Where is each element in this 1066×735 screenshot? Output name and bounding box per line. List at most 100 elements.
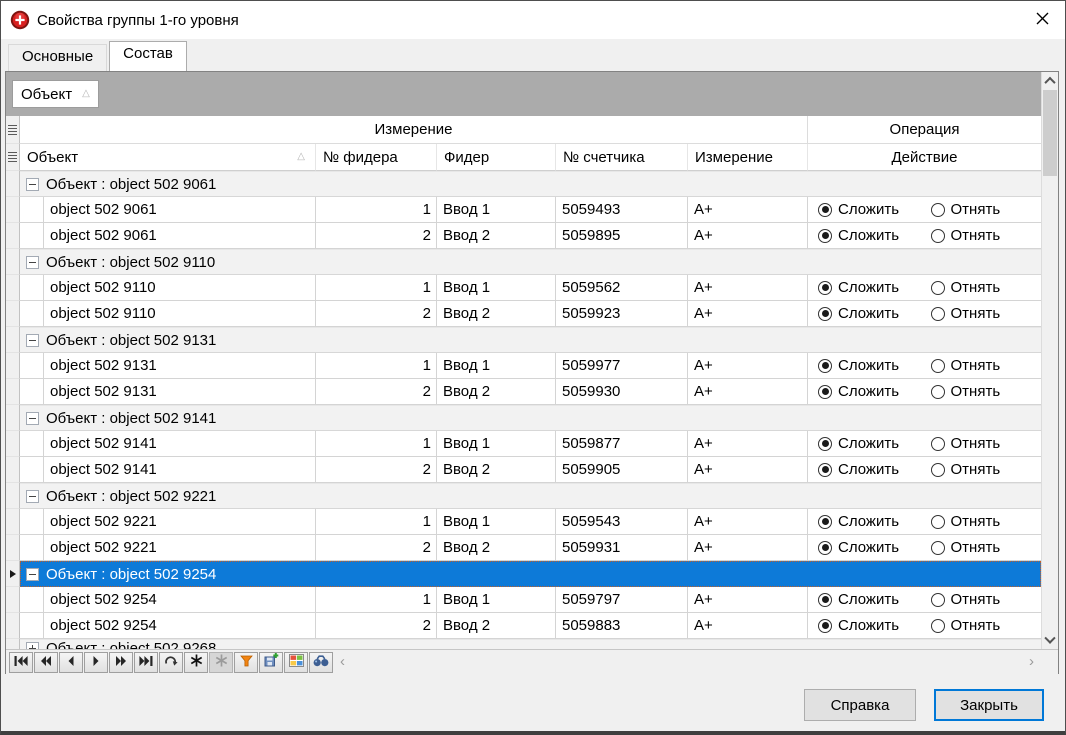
column-header-object[interactable]: Объект △ (20, 144, 316, 171)
radio-option-subtract[interactable]: Отнять (931, 513, 1036, 530)
collapse-group-icon[interactable] (26, 334, 39, 347)
nav-last-button[interactable] (134, 652, 158, 673)
cell-feeder-no[interactable]: 2 (316, 301, 437, 327)
group-row[interactable]: Объект : object 502 9141 (6, 405, 1041, 431)
cell-feeder[interactable]: Ввод 1 (437, 509, 556, 535)
cell-feeder-no[interactable]: 2 (316, 613, 437, 639)
radio-icon[interactable] (818, 515, 832, 529)
radio-icon[interactable] (818, 593, 832, 607)
column-header-counter-no[interactable]: № счетчика (556, 144, 688, 171)
cell-feeder[interactable]: Ввод 1 (437, 431, 556, 457)
group-row-content[interactable]: Объект : object 502 9268 (20, 639, 1041, 649)
radio-option-add[interactable]: Сложить (818, 305, 923, 322)
radio-option-add[interactable]: Сложить (818, 201, 923, 218)
radio-option-subtract[interactable]: Отнять (931, 357, 1036, 374)
radio-option-subtract[interactable]: Отнять (931, 435, 1036, 452)
cell-object[interactable]: object 502 9110 (44, 275, 316, 301)
radio-option-subtract[interactable]: Отнять (931, 591, 1036, 608)
cell-counter-no[interactable]: 5059543 (556, 509, 688, 535)
radio-icon[interactable] (818, 229, 832, 243)
cell-measure[interactable]: А+ (688, 535, 808, 561)
group-row-content[interactable]: Объект : object 502 9254 (20, 561, 1041, 587)
cell-measure[interactable]: А+ (688, 431, 808, 457)
radio-option-subtract[interactable]: Отнять (931, 617, 1036, 634)
cell-measure[interactable]: А+ (688, 613, 808, 639)
column-header-feeder-no[interactable]: № фидера (316, 144, 437, 171)
radio-option-add[interactable]: Сложить (818, 513, 923, 530)
nav-search-button[interactable] (309, 652, 333, 673)
radio-option-add[interactable]: Сложить (818, 383, 923, 400)
group-row-content[interactable]: Объект : object 502 9221 (20, 483, 1041, 509)
table-row[interactable]: object 502 91101Ввод 15059562А+СложитьОт… (6, 275, 1041, 301)
cell-object[interactable]: object 502 9131 (44, 379, 316, 405)
radio-icon[interactable] (931, 359, 945, 373)
cell-object[interactable]: object 502 9221 (44, 535, 316, 561)
radio-icon[interactable] (818, 307, 832, 321)
cell-measure[interactable]: А+ (688, 301, 808, 327)
radio-icon[interactable] (931, 307, 945, 321)
cell-object[interactable]: object 502 9061 (44, 197, 316, 223)
scroll-right-button[interactable]: › (1029, 655, 1034, 669)
radio-option-add[interactable]: Сложить (818, 435, 923, 452)
cell-counter-no[interactable]: 5059877 (556, 431, 688, 457)
cell-measure[interactable]: А+ (688, 457, 808, 483)
cell-feeder-no[interactable]: 1 (316, 353, 437, 379)
table-row[interactable]: object 502 92211Ввод 15059543А+СложитьОт… (6, 509, 1041, 535)
close-button[interactable] (1019, 1, 1065, 39)
cell-feeder[interactable]: Ввод 2 (437, 613, 556, 639)
cell-feeder-no[interactable]: 2 (316, 223, 437, 249)
radio-icon[interactable] (931, 593, 945, 607)
cell-counter-no[interactable]: 5059493 (556, 197, 688, 223)
cell-feeder[interactable]: Ввод 1 (437, 275, 556, 301)
radio-option-add[interactable]: Сложить (818, 227, 923, 244)
radio-icon[interactable] (931, 203, 945, 217)
table-row[interactable]: object 502 90612Ввод 25059895А+СложитьОт… (6, 223, 1041, 249)
radio-icon[interactable] (818, 619, 832, 633)
nav-save-button[interactable] (259, 652, 283, 673)
radio-icon[interactable] (818, 437, 832, 451)
radio-icon[interactable] (931, 541, 945, 555)
table-row[interactable]: object 502 91102Ввод 25059923А+СложитьОт… (6, 301, 1041, 327)
cell-measure[interactable]: А+ (688, 509, 808, 535)
radio-option-subtract[interactable]: Отнять (931, 305, 1036, 322)
group-by-field-object[interactable]: Объект △ (12, 80, 99, 108)
nav-prev-button[interactable] (59, 652, 83, 673)
radio-icon[interactable] (818, 281, 832, 295)
cell-feeder[interactable]: Ввод 2 (437, 223, 556, 249)
radio-option-add[interactable]: Сложить (818, 461, 923, 478)
collapse-group-icon[interactable] (26, 490, 39, 503)
cell-object[interactable]: object 502 9141 (44, 457, 316, 483)
radio-option-subtract[interactable]: Отнять (931, 461, 1036, 478)
table-row[interactable]: object 502 91411Ввод 15059877А+СложитьОт… (6, 431, 1041, 457)
radio-icon[interactable] (931, 437, 945, 451)
cell-counter-no[interactable]: 5059562 (556, 275, 688, 301)
cell-object[interactable]: object 502 9131 (44, 353, 316, 379)
table-row[interactable]: object 502 92212Ввод 25059931А+СложитьОт… (6, 535, 1041, 561)
vertical-scrollbar[interactable] (1041, 72, 1058, 649)
cell-measure[interactable]: А+ (688, 379, 808, 405)
expand-group-icon[interactable] (26, 642, 39, 649)
table-row[interactable]: object 502 92542Ввод 25059883А+СложитьОт… (6, 613, 1041, 639)
nav-refresh-button[interactable] (159, 652, 183, 673)
group-row-content[interactable]: Объект : object 502 9110 (20, 249, 1041, 275)
radio-icon[interactable] (931, 229, 945, 243)
radio-icon[interactable] (931, 619, 945, 633)
nav-fast-next-button[interactable] (109, 652, 133, 673)
cell-counter-no[interactable]: 5059930 (556, 379, 688, 405)
cell-feeder-no[interactable]: 1 (316, 509, 437, 535)
tab-osnovnye[interactable]: Основные (8, 44, 107, 71)
horizontal-scrollbar[interactable]: ‹ › (334, 655, 1040, 669)
cell-measure[interactable]: А+ (688, 353, 808, 379)
collapse-group-icon[interactable] (26, 256, 39, 269)
radio-option-subtract[interactable]: Отнять (931, 539, 1036, 556)
nav-fast-prev-button[interactable] (34, 652, 58, 673)
cell-measure[interactable]: А+ (688, 223, 808, 249)
cell-object[interactable]: object 502 9254 (44, 587, 316, 613)
cell-counter-no[interactable]: 5059923 (556, 301, 688, 327)
collapse-group-icon[interactable] (26, 178, 39, 191)
cell-counter-no[interactable]: 5059977 (556, 353, 688, 379)
cell-object[interactable]: object 502 9110 (44, 301, 316, 327)
band-izmerenie[interactable]: Измерение (20, 116, 808, 144)
radio-option-add[interactable]: Сложить (818, 539, 923, 556)
radio-option-subtract[interactable]: Отнять (931, 201, 1036, 218)
